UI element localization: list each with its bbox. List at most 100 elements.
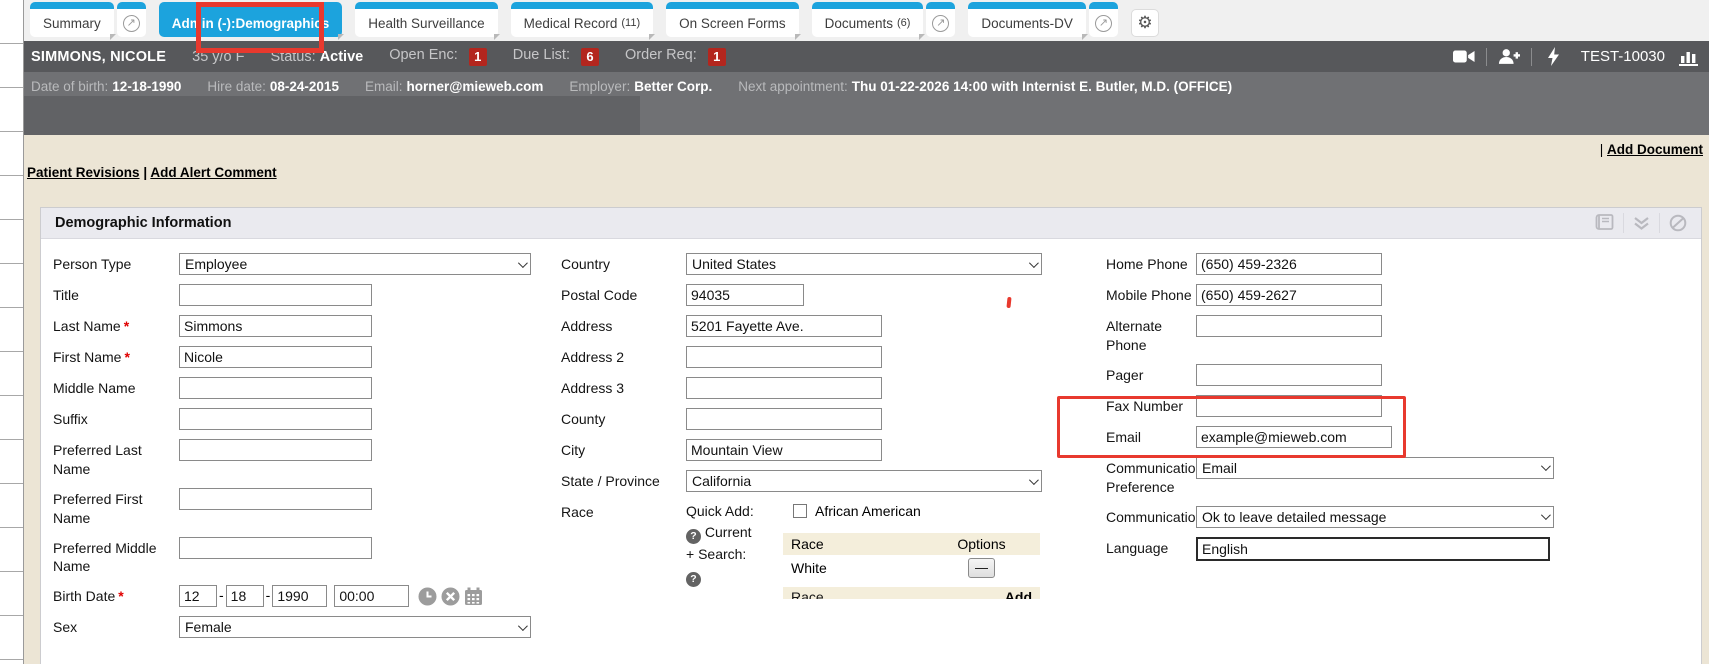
tab-on-screen-forms-label: On Screen Forms xyxy=(679,16,786,31)
communication-select[interactable]: Ok to leave detailed message xyxy=(1196,506,1554,528)
pager-input[interactable] xyxy=(1196,364,1382,386)
help-icon[interactable]: ? xyxy=(686,529,701,544)
tab-summary-popout[interactable]: ↗ xyxy=(117,2,146,37)
tab-admin-demographics[interactable]: Admin (-):Demographics xyxy=(159,2,343,37)
tab-on-screen-forms[interactable]: On Screen Forms xyxy=(666,2,799,37)
pager-label: Pager xyxy=(1106,364,1196,386)
postal-code-input[interactable] xyxy=(686,284,804,306)
birth-day-input[interactable] xyxy=(226,585,264,607)
next-appointment-label: Next appointment: xyxy=(738,79,848,94)
preferred-middle-name-input[interactable] xyxy=(179,537,372,559)
fax-number-input[interactable] xyxy=(1196,395,1382,417)
language-input[interactable] xyxy=(1196,537,1550,561)
tab-documents[interactable]: Documents (6) xyxy=(812,2,924,37)
communication-preference-select[interactable]: Email xyxy=(1196,457,1554,479)
first-name-input[interactable] xyxy=(179,346,372,368)
field-middle-name: Middle Name xyxy=(53,377,558,399)
address-input[interactable] xyxy=(686,315,882,337)
clock-icon[interactable] xyxy=(418,587,437,606)
book-icon[interactable] xyxy=(1594,214,1614,232)
field-person-type: Person Type Employee xyxy=(53,253,558,275)
field-fax-number: Fax Number xyxy=(1106,395,1686,417)
field-alternate-phone: Alternate Phone xyxy=(1106,315,1686,355)
open-enc-badge[interactable]: 1 xyxy=(469,48,487,66)
title-input[interactable] xyxy=(179,284,372,306)
add-person-icon[interactable] xyxy=(1494,48,1524,65)
communication-label: Communication xyxy=(1106,506,1196,528)
chevron-down-icon xyxy=(1029,258,1039,268)
bar-shadow xyxy=(24,96,640,135)
email-field-label: Email xyxy=(1106,426,1196,448)
remove-race-button[interactable]: — xyxy=(968,558,995,578)
clear-icon[interactable] xyxy=(441,587,460,606)
state-province-label: State / Province xyxy=(561,470,686,492)
field-mobile-phone: Mobile Phone xyxy=(1106,284,1686,306)
field-county: County xyxy=(561,408,1091,430)
african-american-checkbox-label: African American xyxy=(815,503,921,519)
birth-year-input[interactable] xyxy=(272,585,327,607)
video-camera-icon[interactable] xyxy=(1449,49,1479,64)
home-phone-input[interactable] xyxy=(1196,253,1382,275)
country-select[interactable]: United States xyxy=(686,253,1042,275)
employer-value: Better Corp. xyxy=(634,79,712,94)
tab-settings-button[interactable]: ⚙ xyxy=(1131,9,1159,37)
external-link-icon: ↗ xyxy=(932,15,949,32)
field-address-3: Address 3 xyxy=(561,377,1091,399)
add-alert-comment-link[interactable]: Add Alert Comment xyxy=(150,165,276,180)
address-2-input[interactable] xyxy=(686,346,882,368)
field-pager: Pager xyxy=(1106,364,1686,386)
help-icon[interactable]: ? xyxy=(686,572,701,587)
preferred-last-name-input[interactable] xyxy=(179,439,372,461)
city-input[interactable] xyxy=(686,439,882,461)
lightning-icon[interactable] xyxy=(1539,47,1569,66)
chevron-down-icon xyxy=(518,258,528,268)
middle-name-label: Middle Name xyxy=(53,377,179,399)
external-link-icon: ↗ xyxy=(1095,15,1112,32)
order-req-badge[interactable]: 1 xyxy=(708,48,726,66)
calendar-icon[interactable] xyxy=(464,587,483,606)
patient-revisions-link[interactable]: Patient Revisions xyxy=(27,165,140,180)
county-input[interactable] xyxy=(686,408,882,430)
field-sex: Sex Female xyxy=(53,616,558,638)
tab-documents-dv[interactable]: Documents-DV xyxy=(968,2,1086,37)
african-american-checkbox[interactable] xyxy=(793,504,807,518)
middle-name-input[interactable] xyxy=(179,377,372,399)
tab-documents-dv-popout[interactable]: ↗ xyxy=(1089,2,1118,37)
address-3-input[interactable] xyxy=(686,377,882,399)
chart-icon[interactable] xyxy=(1675,48,1705,66)
fax-number-label: Fax Number xyxy=(1106,395,1196,417)
race-add-link[interactable]: Add xyxy=(1005,589,1032,597)
no-entry-icon[interactable] xyxy=(1669,214,1687,232)
address-label: Address xyxy=(561,315,686,337)
tab-medical-record[interactable]: Medical Record (11) xyxy=(511,2,654,37)
state-province-select[interactable]: California xyxy=(686,470,1042,492)
panel-title: Demographic Information xyxy=(55,215,231,231)
birth-time-input[interactable] xyxy=(334,585,409,607)
required-marker: * xyxy=(124,318,129,334)
patient-header-bar: SIMMONS, NICOLE 35 y/o F Status: Active … xyxy=(24,41,1709,72)
due-list-badge[interactable]: 6 xyxy=(581,48,599,66)
race-table-row: White — xyxy=(783,555,1040,581)
double-chevron-down-icon[interactable] xyxy=(1633,216,1650,231)
suffix-input[interactable] xyxy=(179,408,372,430)
dob-label: Date of birth: xyxy=(31,79,108,94)
tab-health-surveillance[interactable]: Health Surveillance xyxy=(355,2,497,37)
tab-documents-popout[interactable]: ↗ xyxy=(926,2,955,37)
mobile-phone-input[interactable] xyxy=(1196,284,1382,306)
field-address-2: Address 2 xyxy=(561,346,1091,368)
person-type-select[interactable]: Employee xyxy=(179,253,531,275)
race-value: White xyxy=(783,555,923,581)
preferred-first-name-input[interactable] xyxy=(179,488,372,510)
field-preferred-last-name: Preferred Last Name xyxy=(53,439,558,479)
race-quick-add-option: African American xyxy=(793,503,1040,519)
demographics-page: Summary ↗ Admin (-):Demographics Health … xyxy=(0,0,1709,664)
add-document-link[interactable]: Add Document xyxy=(1607,142,1703,157)
city-label: City xyxy=(561,439,686,461)
email-input[interactable] xyxy=(1196,426,1392,448)
birth-month-input[interactable] xyxy=(179,585,217,607)
last-name-input[interactable] xyxy=(179,315,372,337)
alternate-phone-input[interactable] xyxy=(1196,315,1382,337)
tab-summary[interactable]: Summary xyxy=(30,2,114,37)
sex-select[interactable]: Female xyxy=(179,616,531,638)
person-type-label: Person Type xyxy=(53,253,179,275)
